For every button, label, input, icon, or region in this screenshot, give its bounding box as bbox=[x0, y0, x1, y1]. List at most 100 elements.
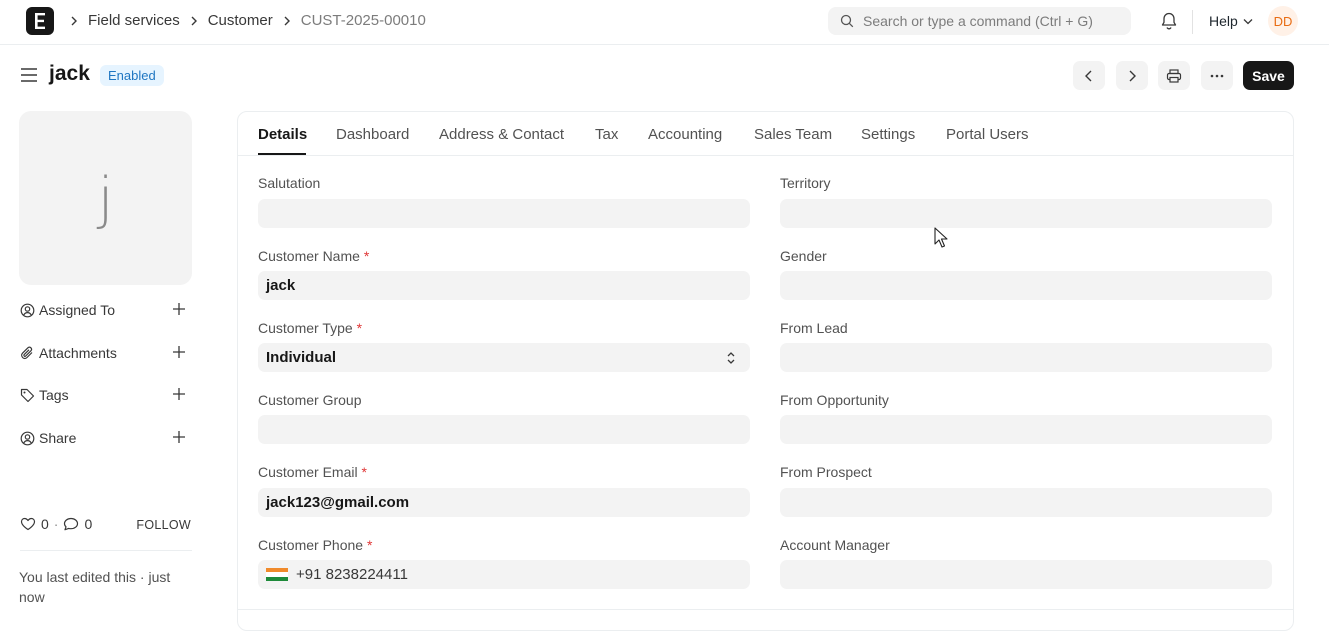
top-navbar: Field services Customer CUST-2025-00010 … bbox=[0, 0, 1329, 45]
customer-phone-value: +91 8238224411 bbox=[296, 566, 408, 583]
like-count: 0 bbox=[41, 516, 49, 532]
more-actions-button[interactable] bbox=[1201, 61, 1233, 90]
breadcrumb: Field services Customer CUST-2025-00010 bbox=[66, 12, 426, 29]
tab-dashboard[interactable]: Dashboard bbox=[336, 126, 409, 143]
follow-button[interactable]: FOLLOW bbox=[136, 518, 191, 532]
chevron-right-icon bbox=[283, 16, 291, 26]
breadcrumb-field-services[interactable]: Field services bbox=[88, 12, 180, 29]
page-title: jack bbox=[49, 62, 90, 85]
sidebar-item-attachments[interactable]: Attachments bbox=[20, 342, 190, 364]
form-tabs: Details Dashboard Address & Contact Tax … bbox=[238, 112, 1293, 156]
plus-icon[interactable] bbox=[172, 387, 186, 401]
customer-email-label: Customer Email * bbox=[258, 464, 367, 480]
tab-portal-users[interactable]: Portal Users bbox=[946, 126, 1029, 143]
sidebar-item-share[interactable]: Share bbox=[20, 427, 190, 449]
gender-field[interactable] bbox=[780, 271, 1272, 300]
stats-separator: · bbox=[53, 516, 59, 532]
sidebar-item-tags[interactable]: Tags bbox=[20, 384, 190, 406]
assign-icon bbox=[20, 303, 35, 317]
sidebar-item-label: Tags bbox=[39, 387, 69, 403]
navbar-divider bbox=[1192, 10, 1193, 34]
customer-group-label: Customer Group bbox=[258, 392, 362, 408]
from-lead-field[interactable] bbox=[780, 343, 1272, 372]
status-badge: Enabled bbox=[100, 65, 164, 86]
customer-type-label-text: Customer Type bbox=[258, 320, 353, 336]
account-manager-field[interactable] bbox=[780, 560, 1272, 589]
customer-phone-label: Customer Phone * bbox=[258, 537, 372, 553]
tag-icon bbox=[20, 388, 35, 402]
notifications-bell-icon[interactable] bbox=[1160, 11, 1178, 34]
from-opportunity-label: From Opportunity bbox=[780, 392, 889, 408]
required-marker: * bbox=[356, 320, 363, 336]
territory-field[interactable] bbox=[780, 199, 1272, 228]
customer-name-field[interactable]: jack bbox=[258, 271, 750, 300]
plus-icon[interactable] bbox=[172, 430, 186, 444]
from-opportunity-field[interactable] bbox=[780, 415, 1272, 444]
help-label: Help bbox=[1209, 13, 1238, 29]
comment-count: 0 bbox=[84, 516, 93, 532]
previous-record-button[interactable] bbox=[1073, 61, 1105, 90]
next-record-button[interactable] bbox=[1116, 61, 1148, 90]
record-avatar-placeholder[interactable]: j bbox=[19, 111, 192, 285]
user-avatar[interactable]: DD bbox=[1268, 6, 1298, 36]
search-bar[interactable] bbox=[828, 7, 1131, 35]
help-dropdown[interactable]: Help bbox=[1209, 13, 1253, 29]
customer-type-value: Individual bbox=[266, 349, 337, 366]
share-icon bbox=[20, 431, 35, 445]
app-logo[interactable] bbox=[26, 7, 54, 35]
india-flag-icon[interactable] bbox=[266, 567, 288, 582]
engagement-stats: 0 · 0 FOLLOW bbox=[20, 516, 192, 532]
plus-icon[interactable] bbox=[172, 302, 186, 316]
active-tab-indicator bbox=[258, 153, 306, 155]
chevron-right-icon bbox=[190, 16, 198, 26]
required-marker: * bbox=[363, 248, 370, 264]
sidebar-item-assigned-to[interactable]: Assigned To bbox=[20, 299, 190, 321]
app-logo-icon bbox=[35, 13, 45, 29]
customer-group-field[interactable] bbox=[258, 415, 750, 444]
gender-label: Gender bbox=[780, 248, 827, 264]
from-lead-label: From Lead bbox=[780, 320, 848, 336]
sidebar-divider bbox=[20, 550, 192, 551]
customer-type-label: Customer Type * bbox=[258, 320, 362, 336]
tab-address-contact[interactable]: Address & Contact bbox=[439, 126, 564, 143]
sidebar-item-label: Assigned To bbox=[39, 302, 116, 318]
breadcrumb-customer[interactable]: Customer bbox=[208, 12, 273, 29]
tab-settings[interactable]: Settings bbox=[861, 126, 915, 143]
from-prospect-label: From Prospect bbox=[780, 464, 872, 480]
sidebar-item-label: Share bbox=[39, 430, 77, 446]
form-card: Details Dashboard Address & Contact Tax … bbox=[237, 111, 1294, 631]
last-edited-text: You last edited this · just now bbox=[19, 569, 171, 605]
print-button[interactable] bbox=[1158, 61, 1190, 90]
salutation-field[interactable] bbox=[258, 199, 750, 228]
customer-name-label: Customer Name * bbox=[258, 248, 369, 264]
paperclip-icon bbox=[21, 346, 33, 359]
sidebar-item-label: Attachments bbox=[39, 345, 117, 361]
customer-type-select[interactable]: Individual bbox=[258, 343, 750, 372]
chevron-left-icon bbox=[1085, 70, 1092, 81]
search-input[interactable] bbox=[863, 13, 1123, 29]
tab-tax[interactable]: Tax bbox=[595, 126, 618, 143]
search-icon bbox=[840, 14, 854, 28]
heart-icon[interactable] bbox=[20, 517, 36, 531]
mouse-cursor-icon bbox=[934, 227, 948, 248]
customer-email-field[interactable]: jack123@gmail.com bbox=[258, 488, 750, 517]
breadcrumb-current-record[interactable]: CUST-2025-00010 bbox=[301, 12, 426, 29]
customer-name-label-text: Customer Name bbox=[258, 248, 360, 264]
save-button[interactable]: Save bbox=[1243, 61, 1294, 90]
chevron-right-icon bbox=[70, 16, 78, 26]
salutation-label: Salutation bbox=[258, 175, 321, 191]
plus-icon[interactable] bbox=[172, 345, 186, 359]
tab-accounting[interactable]: Accounting bbox=[648, 126, 722, 143]
comment-icon[interactable] bbox=[63, 517, 79, 531]
select-arrows-icon bbox=[727, 352, 735, 364]
from-prospect-field[interactable] bbox=[780, 488, 1272, 517]
customer-phone-label-text: Customer Phone bbox=[258, 537, 364, 553]
territory-label: Territory bbox=[780, 175, 831, 191]
chevron-down-icon bbox=[1243, 18, 1253, 24]
customer-phone-field[interactable]: +91 8238224411 bbox=[258, 560, 750, 589]
ellipsis-icon bbox=[1210, 74, 1224, 77]
section-divider bbox=[238, 609, 1293, 610]
sidebar-toggle-icon[interactable] bbox=[20, 67, 38, 86]
tab-details[interactable]: Details bbox=[258, 126, 307, 143]
tab-sales-team[interactable]: Sales Team bbox=[754, 126, 832, 143]
